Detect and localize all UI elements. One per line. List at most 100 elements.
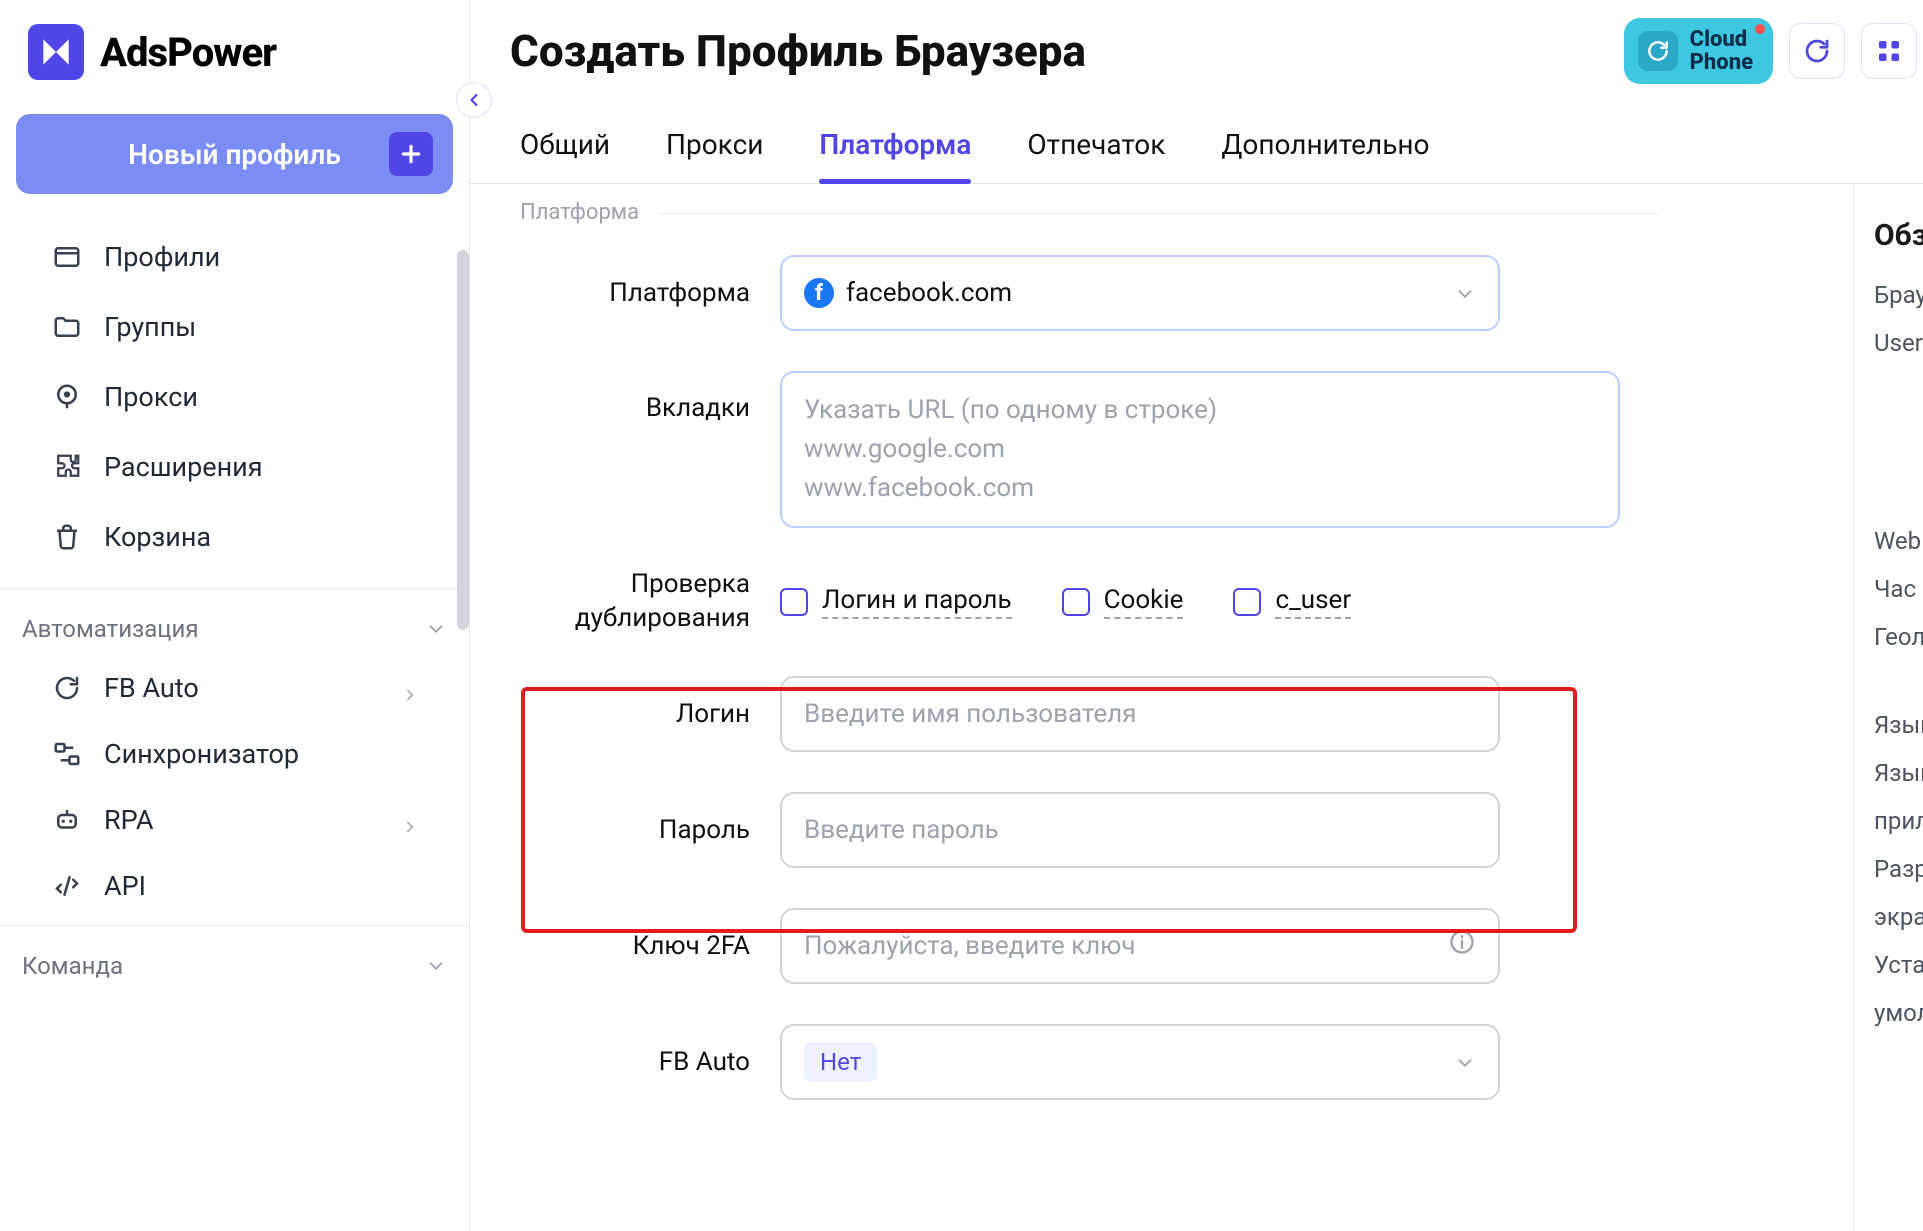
sidebar-item-label: FB Auto (104, 672, 199, 704)
dupcheck-cookie[interactable]: Cookie (1062, 585, 1184, 619)
api-icon (50, 869, 84, 903)
password-input[interactable] (804, 815, 1476, 845)
window-icon (50, 240, 84, 274)
sidebar-item-proxy[interactable]: Прокси (0, 362, 469, 432)
divider (0, 925, 469, 926)
phone-rotate-icon (1638, 31, 1678, 71)
page-title: Создать Профиль Браузера (510, 25, 1086, 77)
sidebar-nav: Профили Группы Прокси Расширения (0, 216, 469, 582)
sidebar-collapse-button[interactable] (456, 82, 492, 118)
summary-title: Обз (1874, 218, 1923, 253)
logo-icon (28, 24, 84, 80)
sidebar-item-label: Синхронизатор (104, 738, 299, 770)
tabs-textarea[interactable]: Указать URL (по одному в строке) www.goo… (780, 371, 1620, 528)
sidebar-item-label: Прокси (104, 381, 198, 413)
sidebar-item-label: Расширения (104, 451, 263, 483)
topbar: Создать Профиль Браузера CloudPhone (470, 0, 1923, 84)
checkbox-icon (780, 588, 808, 616)
checkbox-icon (1062, 588, 1090, 616)
login-input-wrapper (780, 676, 1500, 752)
cloud-phone-label: CloudPhone (1690, 28, 1753, 74)
sync-button[interactable] (1789, 23, 1845, 79)
robot-icon (50, 803, 84, 837)
platform-label: Платформа (520, 278, 780, 308)
notification-dot (1755, 24, 1765, 34)
top-actions: CloudPhone (1624, 18, 1917, 84)
sidebar-item-api[interactable]: API (0, 853, 469, 919)
checkbox-label: c_user (1275, 585, 1351, 619)
facebook-icon: f (804, 278, 834, 308)
section-team[interactable]: Команда (0, 932, 469, 992)
tab-fingerprint[interactable]: Отпечаток (1027, 128, 1165, 183)
main-content: Создать Профиль Браузера CloudPhone (470, 0, 1923, 1231)
trash-icon (50, 520, 84, 554)
chevron-down-icon (425, 955, 447, 977)
sync-icon (50, 737, 84, 771)
section-label: Автоматизация (22, 615, 199, 643)
key2fa-input-wrapper (780, 908, 1500, 984)
summary-panel: Обз Брау User Web Час Геол Язык Язык при… (1853, 184, 1923, 1231)
summary-item: Язык (1874, 711, 1923, 739)
summary-item: умол (1874, 999, 1923, 1027)
tab-platform[interactable]: Платформа (819, 128, 971, 183)
new-profile-button[interactable]: Новый профиль (16, 114, 453, 194)
key2fa-input[interactable] (804, 931, 1448, 961)
login-input[interactable] (804, 699, 1476, 729)
tabs-label: Вкладки (520, 371, 780, 423)
logo[interactable]: AdsPower (0, 0, 469, 100)
tab-general[interactable]: Общий (520, 128, 610, 183)
summary-item: Язык (1874, 759, 1923, 787)
summary-item: Брау (1874, 281, 1923, 309)
platform-select[interactable]: f facebook.com (780, 255, 1500, 331)
form-area: Платформа Платформа f facebook.com (470, 184, 1853, 1231)
fbauto-value: Нет (804, 1042, 877, 1082)
section-title: Платформа (520, 190, 1803, 255)
dupcheck-label: Проверкадублирования (520, 568, 780, 636)
password-label: Пароль (520, 815, 780, 845)
fbauto-select[interactable]: Нет (780, 1024, 1500, 1100)
sidebar-item-rpa[interactable]: RPA (0, 787, 469, 853)
dupcheck-loginpass[interactable]: Логин и пароль (780, 585, 1012, 619)
summary-item: Разр (1874, 855, 1923, 883)
chevron-down-icon (1454, 282, 1476, 304)
globe-pin-icon (50, 380, 84, 414)
summary-item: экра (1874, 903, 1923, 931)
checkbox-icon (1233, 588, 1261, 616)
divider (0, 588, 469, 589)
sidebar-item-label: Профили (104, 241, 220, 273)
tabs: Общий Прокси Платформа Отпечаток Дополни… (470, 84, 1923, 184)
sidebar-scrollbar[interactable] (457, 250, 469, 630)
sidebar-item-groups[interactable]: Группы (0, 292, 469, 362)
sidebar-item-trash[interactable]: Корзина (0, 502, 469, 572)
login-label: Логин (520, 699, 780, 729)
summary-item: прил (1874, 807, 1923, 835)
sidebar-item-extensions[interactable]: Расширения (0, 432, 469, 502)
sidebar-item-label: Корзина (104, 521, 211, 553)
platform-value: facebook.com (846, 278, 1012, 308)
info-icon (1448, 928, 1476, 963)
chevron-down-icon (425, 618, 447, 640)
sidebar-item-sync[interactable]: Синхронизатор (0, 721, 469, 787)
dupcheck-cuser[interactable]: c_user (1233, 585, 1351, 619)
sidebar-item-profiles[interactable]: Профили (0, 222, 469, 292)
summary-item: User (1874, 329, 1923, 357)
section-label: Команда (22, 952, 123, 980)
chevron-right-icon (401, 811, 419, 829)
grid-button[interactable] (1861, 23, 1917, 79)
sidebar: AdsPower Новый профиль Профили (0, 0, 470, 1231)
key2fa-label: Ключ 2FA (520, 931, 780, 961)
new-profile-label: Новый профиль (128, 138, 341, 171)
summary-item: Уста (1874, 951, 1923, 979)
sidebar-item-label: RPA (104, 804, 153, 836)
puzzle-icon (50, 450, 84, 484)
fbauto-label: FB Auto (520, 1047, 780, 1077)
cloud-phone-button[interactable]: CloudPhone (1624, 18, 1773, 84)
summary-item: Геол (1874, 623, 1923, 651)
checkbox-label: Логин и пароль (822, 585, 1012, 619)
chevron-right-icon (401, 679, 419, 697)
section-automation[interactable]: Автоматизация (0, 595, 469, 655)
sidebar-item-fbauto[interactable]: FB Auto (0, 655, 469, 721)
checkbox-label: Cookie (1104, 585, 1184, 619)
tab-proxy[interactable]: Прокси (666, 128, 763, 183)
tab-advanced[interactable]: Дополнительно (1221, 128, 1429, 183)
